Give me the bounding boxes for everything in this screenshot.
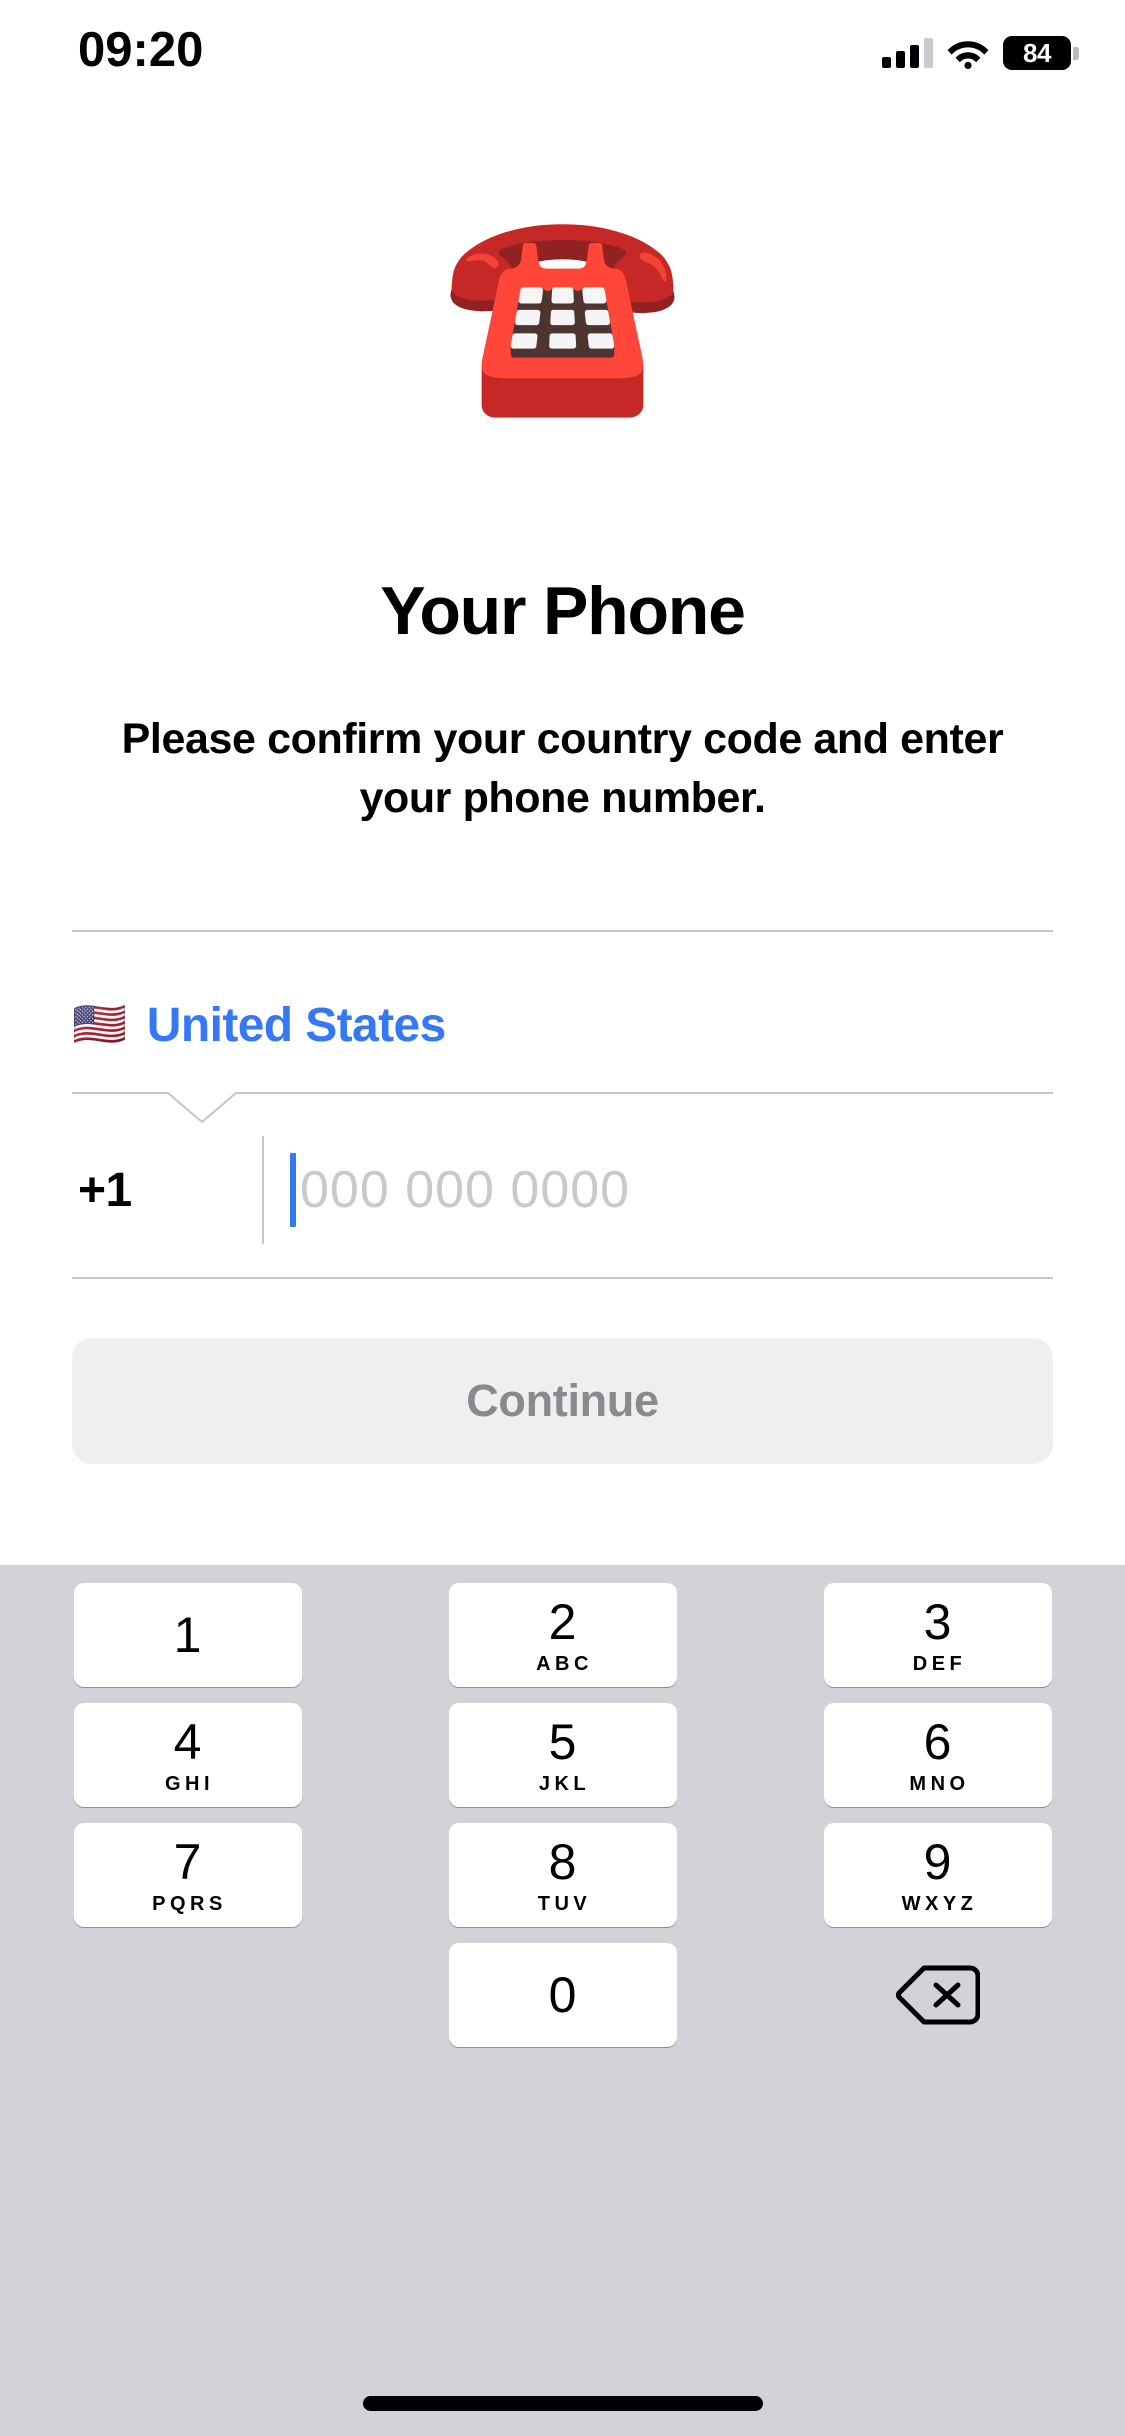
home-indicator [362, 2396, 763, 2411]
keypad-key-digit: 5 [548, 1713, 577, 1770]
phone-number-input[interactable]: 000 000 0000 [290, 1120, 1053, 1260]
divider-above-country [72, 930, 1053, 932]
battery-cap [1073, 47, 1079, 60]
keypad-cell: 6 MNO [750, 1703, 1125, 1807]
keypad-row-4: 0 [0, 1943, 1125, 2047]
status-bar-time: 09:20 [78, 23, 204, 77]
backspace-key[interactable] [824, 1943, 1052, 2047]
keypad-row-3: 7 PQRS 8 TUV 9 WXYZ [0, 1823, 1125, 1927]
keypad-key-digit: 6 [923, 1713, 952, 1770]
keypad-cell [750, 1943, 1125, 2047]
page-subtitle: Please confirm your country code and ent… [121, 715, 1004, 823]
keypad-key-digit: 8 [548, 1833, 577, 1890]
keypad-key-digit: 1 [173, 1607, 202, 1663]
keypad-cell: 4 GHI [0, 1703, 375, 1807]
keypad-key-letters: JKL [538, 1772, 591, 1795]
keypad-cell: 1 [0, 1583, 375, 1687]
country-name-label: United States [146, 998, 447, 1052]
battery-icon: 84 [1003, 36, 1079, 70]
keypad-key-digit: 9 [923, 1833, 952, 1890]
keypad-cell: 3 DEF [750, 1583, 1125, 1687]
keypad-cell: 8 TUV [375, 1823, 750, 1927]
cellular-signal-icon [882, 38, 933, 68]
keypad-key-5[interactable]: 5 JKL [448, 1703, 677, 1807]
keypad-key-digit: 0 [548, 1967, 577, 2023]
wifi-icon [947, 40, 989, 69]
backspace-icon [895, 1965, 980, 2025]
keypad-key-letters: TUV [537, 1892, 592, 1915]
keypad-key-7[interactable]: 7 PQRS [73, 1823, 302, 1927]
keypad-key-digit: 2 [548, 1593, 577, 1650]
keypad-row-2: 4 GHI 5 JKL 6 MNO [0, 1703, 1125, 1807]
phone-number-placeholder: 000 000 0000 [300, 1161, 631, 1219]
divider-below-phone [72, 1277, 1053, 1279]
keypad-key-digit: 7 [173, 1833, 202, 1890]
keypad-key-1[interactable]: 1 [73, 1583, 302, 1687]
keypad-key-letters: ABC [536, 1652, 593, 1675]
keypad-key-0[interactable]: 0 [448, 1943, 677, 2047]
keypad-key-6[interactable]: 6 MNO [823, 1703, 1052, 1807]
keypad-cell: 2 ABC [375, 1583, 750, 1687]
telephone-emoji: ☎️ [440, 196, 685, 424]
keypad-key-3[interactable]: 3 DEF [823, 1583, 1052, 1687]
field-separator [262, 1136, 264, 1244]
battery-level-text: 84 [1023, 37, 1051, 68]
country-selector[interactable]: 🇺🇸 United States [72, 985, 446, 1065]
keypad-key-8[interactable]: 8 TUV [448, 1823, 677, 1927]
keypad-key-digit: 3 [923, 1593, 952, 1650]
keypad-key-letters: WXYZ [901, 1892, 978, 1915]
keypad-key-letters: DEF [912, 1652, 967, 1675]
keypad-key-digit: 4 [173, 1713, 202, 1770]
keypad-key-letters: MNO [909, 1772, 970, 1795]
keypad-blank [74, 1943, 302, 2047]
continue-button[interactable]: Continue [72, 1338, 1053, 1464]
keypad-cell: 9 WXYZ [750, 1823, 1125, 1927]
keypad-key-4[interactable]: 4 GHI [73, 1703, 302, 1807]
keypad-key-2[interactable]: 2 ABC [448, 1583, 677, 1687]
country-flag-icon: 🇺🇸 [72, 999, 127, 1050]
dial-code-label: +1 [78, 1163, 132, 1217]
keypad-row-1: 1 2 ABC 3 DEF [0, 1583, 1125, 1687]
keypad-key-letters: GHI [164, 1772, 215, 1795]
keypad-cell: 0 [375, 1943, 750, 2047]
status-bar-indicators: 84 [882, 30, 1079, 76]
keypad-key-letters: PQRS [152, 1892, 227, 1915]
page-title: Your Phone [380, 573, 746, 649]
keypad-cell: 7 PQRS [0, 1823, 375, 1927]
phone-number-field-row[interactable]: +1 000 000 0000 [72, 1120, 1053, 1260]
keypad-key-9[interactable]: 9 WXYZ [823, 1823, 1052, 1927]
status-bar: 09:20 84 [0, 0, 1125, 132]
keypad-cell [0, 1943, 375, 2047]
numeric-keypad: 1 2 ABC 3 DEF 4 GHI 5 JKL 6 MNO 7 PQRS 8… [0, 1565, 1125, 2436]
keypad-cell: 5 JKL [375, 1703, 750, 1807]
text-cursor [290, 1153, 296, 1227]
